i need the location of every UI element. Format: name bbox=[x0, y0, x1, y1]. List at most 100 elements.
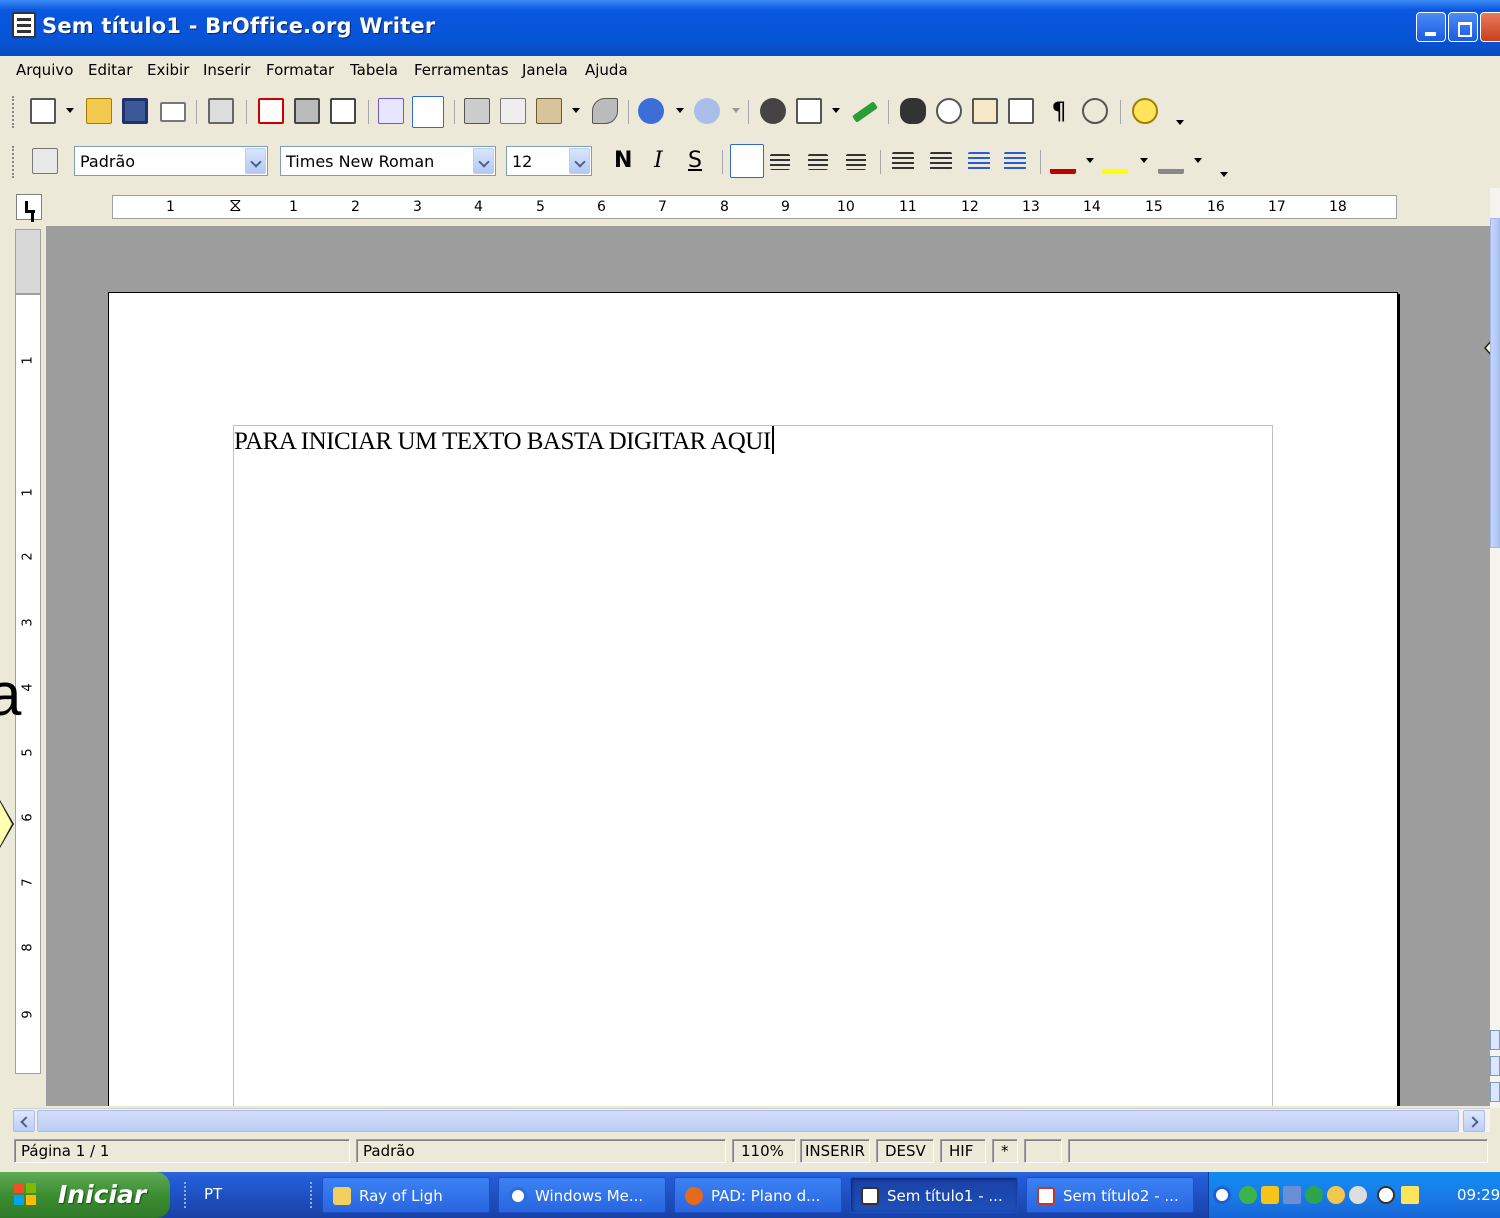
paste-icon[interactable] bbox=[536, 98, 562, 124]
restore-button[interactable] bbox=[1448, 12, 1478, 42]
vertical-scroll-thumb[interactable] bbox=[1490, 218, 1500, 548]
font-color-dropdown-icon[interactable] bbox=[1086, 158, 1094, 163]
increase-indent-icon[interactable] bbox=[1004, 152, 1026, 170]
bold-button[interactable]: N bbox=[614, 148, 632, 173]
previous-page-icon[interactable] bbox=[1490, 1030, 1500, 1050]
start-button[interactable]: Iniciar bbox=[0, 1172, 170, 1218]
scroll-left-icon[interactable] bbox=[13, 1110, 35, 1132]
redo-dropdown-icon[interactable] bbox=[732, 108, 740, 113]
menu-tabela[interactable]: Tabela bbox=[350, 61, 398, 79]
document-text[interactable]: PARA INICIAR UM TEXTO BASTA DIGITAR AQUI bbox=[234, 426, 774, 456]
indent-marker-icon[interactable]: ⧖ bbox=[229, 195, 242, 216]
edit-file-icon[interactable] bbox=[208, 98, 234, 124]
zoom-icon[interactable] bbox=[1082, 98, 1108, 124]
hyperlink-icon[interactable] bbox=[760, 98, 786, 124]
toolbar-options-icon[interactable] bbox=[1176, 120, 1184, 125]
taskbar-item-windows-media[interactable]: Windows Me... bbox=[498, 1177, 666, 1213]
navigation-icon[interactable] bbox=[1490, 1056, 1500, 1076]
find-replace-icon[interactable] bbox=[900, 98, 926, 124]
menu-exibir[interactable]: Exibir bbox=[147, 61, 189, 79]
menu-editar[interactable]: Editar bbox=[88, 61, 132, 79]
text-boundaries[interactable]: PARA INICIAR UM TEXTO BASTA DIGITAR AQUI bbox=[233, 425, 1273, 1106]
numbering-icon[interactable] bbox=[892, 152, 914, 170]
horizontal-scrollbar[interactable] bbox=[13, 1108, 1490, 1132]
redo-icon[interactable] bbox=[694, 98, 720, 124]
security-icon[interactable] bbox=[1305, 1186, 1323, 1204]
align-left-icon[interactable] bbox=[730, 144, 764, 178]
shield-icon[interactable] bbox=[1261, 1186, 1279, 1204]
toolbar-grip[interactable] bbox=[12, 146, 15, 178]
chevron-down-icon[interactable] bbox=[245, 148, 266, 174]
writer-app-icon[interactable] bbox=[12, 12, 36, 38]
cut-icon[interactable] bbox=[464, 98, 490, 124]
clock[interactable]: 09:29 bbox=[1457, 1186, 1500, 1204]
volume-icon[interactable] bbox=[1349, 1186, 1367, 1204]
show-draw-functions-icon[interactable] bbox=[852, 101, 878, 123]
align-right-icon[interactable] bbox=[808, 154, 828, 170]
hyperlink-mode-indicator[interactable]: HIF bbox=[940, 1139, 986, 1163]
font-color-icon[interactable] bbox=[1050, 148, 1076, 174]
show-hidden-icons-icon[interactable] bbox=[1213, 1186, 1231, 1204]
taskbar-item-ray-of-light[interactable]: Ray of Ligh bbox=[322, 1177, 490, 1213]
open-folder-icon[interactable] bbox=[86, 98, 112, 124]
menu-ajuda[interactable]: Ajuda bbox=[585, 61, 628, 79]
help-icon[interactable] bbox=[1132, 98, 1158, 124]
notification-icon[interactable] bbox=[1401, 1186, 1419, 1204]
scroll-right-icon[interactable] bbox=[1463, 1110, 1485, 1132]
paragraph-style-select[interactable]: Padrão bbox=[74, 146, 268, 176]
toolbar-options-icon[interactable] bbox=[1220, 172, 1228, 177]
justify-icon[interactable] bbox=[846, 154, 866, 170]
undo-dropdown-icon[interactable] bbox=[676, 108, 684, 113]
email-icon[interactable] bbox=[160, 102, 186, 122]
copy-icon[interactable] bbox=[500, 98, 526, 124]
clone-formatting-icon[interactable] bbox=[592, 98, 618, 124]
horizontal-ruler[interactable]: 1 ⧖ 1 2 3 4 5 6 7 8 9 10 11 12 13 14 15 … bbox=[112, 195, 1397, 219]
spellcheck-icon[interactable] bbox=[378, 98, 404, 124]
font-size-select[interactable]: 12 bbox=[506, 146, 592, 176]
menu-inserir[interactable]: Inserir bbox=[203, 61, 250, 79]
font-name-select[interactable]: Times New Roman bbox=[280, 146, 496, 176]
highlighting-icon[interactable] bbox=[1102, 148, 1128, 174]
italic-button[interactable]: I bbox=[654, 148, 663, 173]
tab-stop-selector[interactable] bbox=[16, 194, 42, 220]
new-document-icon[interactable] bbox=[30, 98, 56, 124]
gallery-icon[interactable] bbox=[972, 98, 998, 124]
styles-formatting-icon[interactable] bbox=[32, 148, 58, 174]
print-icon[interactable] bbox=[294, 98, 320, 124]
background-color-icon[interactable] bbox=[1158, 148, 1184, 174]
page-style-indicator[interactable]: Padrão bbox=[356, 1139, 726, 1163]
align-center-icon[interactable] bbox=[770, 154, 790, 170]
close-button[interactable] bbox=[1480, 12, 1500, 42]
zoom-indicator[interactable]: 110% bbox=[732, 1139, 796, 1163]
data-sources-icon[interactable] bbox=[1008, 98, 1034, 124]
table-dropdown-icon[interactable] bbox=[832, 108, 840, 113]
menu-arquivo[interactable]: Arquivo bbox=[16, 61, 73, 79]
paste-dropdown-icon[interactable] bbox=[572, 108, 580, 113]
language-indicator[interactable]: PT bbox=[204, 1185, 222, 1203]
taskbar-item-pad-plano[interactable]: PAD: Plano d... bbox=[674, 1177, 842, 1213]
export-pdf-icon[interactable] bbox=[258, 98, 284, 124]
highlighting-dropdown-icon[interactable] bbox=[1140, 158, 1148, 163]
selection-mode-indicator[interactable]: DESV bbox=[876, 1139, 934, 1163]
taskbar-item-sem-titulo2[interactable]: Sem título2 - ... bbox=[1026, 1177, 1194, 1213]
underline-button[interactable]: S bbox=[688, 148, 702, 173]
menu-ferramentas[interactable]: Ferramentas bbox=[414, 61, 509, 79]
insert-mode-indicator[interactable]: INSERIR bbox=[800, 1139, 870, 1163]
page-preview-icon[interactable] bbox=[330, 98, 356, 124]
horizontal-scroll-thumb[interactable] bbox=[37, 1110, 1459, 1132]
bullets-icon[interactable] bbox=[930, 152, 952, 170]
table-icon[interactable] bbox=[796, 98, 822, 124]
menu-formatar[interactable]: Formatar bbox=[266, 61, 334, 79]
new-dropdown-icon[interactable] bbox=[66, 108, 74, 113]
formatting-marks-icon[interactable]: ¶ bbox=[1046, 98, 1072, 124]
messenger-icon[interactable] bbox=[1377, 1186, 1395, 1204]
navigator-icon[interactable] bbox=[936, 98, 962, 124]
taskbar-item-sem-titulo1[interactable]: Sem título1 - ... bbox=[850, 1177, 1018, 1213]
toolbar-grip[interactable] bbox=[12, 96, 15, 128]
next-page-icon[interactable] bbox=[1490, 1082, 1500, 1102]
update-icon[interactable] bbox=[1327, 1186, 1345, 1204]
chevron-down-icon[interactable] bbox=[473, 148, 494, 174]
taskbar-grip[interactable] bbox=[184, 1182, 187, 1208]
background-color-dropdown-icon[interactable] bbox=[1194, 158, 1202, 163]
menu-janela[interactable]: Janela bbox=[522, 61, 568, 79]
